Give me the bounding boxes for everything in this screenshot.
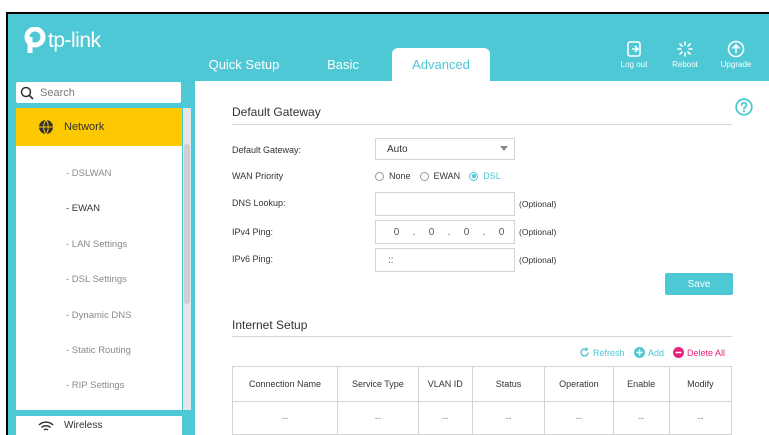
sidebar-item-ewan[interactable]: - EWAN xyxy=(16,203,182,214)
sidebar-item-network[interactable]: Network xyxy=(16,108,182,146)
refresh-icon xyxy=(580,347,589,357)
sidebar-scroll-thumb[interactable] xyxy=(184,144,190,304)
ipv6-ping-optional: (Optional) xyxy=(519,255,557,265)
sidebar-item-dynamic-dns[interactable]: - Dynamic DNS xyxy=(16,310,182,321)
ipv4-dot: . xyxy=(412,226,416,238)
ipv4-octet-1[interactable]: 0 xyxy=(384,227,409,238)
col-service-type: Service Type xyxy=(337,366,419,402)
upgrade-label: Upgrade xyxy=(720,60,752,69)
search-icon xyxy=(20,86,34,100)
add-label: Add xyxy=(648,347,665,358)
col-enable: Enable xyxy=(612,366,670,402)
reboot-label: Reboot xyxy=(672,60,698,69)
search-box[interactable]: Search xyxy=(16,82,181,103)
table-cell: -- xyxy=(337,401,419,435)
dns-lookup-label: DNS Lookup: xyxy=(232,198,286,208)
ipv4-dot: . xyxy=(447,226,451,238)
reboot-button[interactable]: Reboot xyxy=(663,40,707,69)
section-divider xyxy=(232,124,732,125)
radio-none[interactable] xyxy=(375,171,384,181)
sidebar-scrollbar[interactable] xyxy=(183,108,191,410)
sidebar-item-wireless-label: Wireless xyxy=(64,420,103,431)
dns-lookup-optional: (Optional) xyxy=(519,199,557,209)
reboot-icon xyxy=(677,41,693,57)
logout-label: Log out xyxy=(620,60,648,69)
table-cell: -- xyxy=(231,401,339,435)
sidebar-menu-panel xyxy=(16,108,182,410)
internet-setup-title: Internet Setup xyxy=(232,318,308,332)
save-button[interactable]: Save xyxy=(665,273,733,295)
table-cell: -- xyxy=(612,401,670,435)
dns-lookup-input[interactable] xyxy=(375,192,515,216)
ipv4-octet-2[interactable]: 0 xyxy=(419,227,444,238)
wan-priority-label: WAN Priority xyxy=(232,171,284,181)
wan-priority-radio-group: None EWAN DSL xyxy=(375,170,510,182)
radio-none-label[interactable]: None xyxy=(389,171,411,181)
upgrade-button[interactable]: Upgrade xyxy=(714,40,758,69)
upgrade-icon xyxy=(727,40,745,58)
table-header-row: Connection Name Service Type VLAN ID Sta… xyxy=(231,366,733,402)
radio-ewan-label[interactable]: EWAN xyxy=(434,171,461,181)
delete-all-action[interactable]: Delete All xyxy=(673,347,725,358)
table-cell: -- xyxy=(471,401,546,435)
tab-advanced[interactable]: Advanced xyxy=(392,48,490,81)
ipv6-ping-input[interactable]: :: xyxy=(375,248,515,272)
ipv4-dot: . xyxy=(482,226,486,238)
ipv6-ping-label: IPv6 Ping: xyxy=(232,254,274,264)
sidebar-item-network-label: Network xyxy=(64,121,105,133)
col-vlan-id: VLAN ID xyxy=(417,366,473,402)
top-margin xyxy=(0,0,769,12)
radio-dsl-label[interactable]: DSL xyxy=(483,171,501,181)
internet-setup-table: Connection Name Service Type VLAN ID Sta… xyxy=(231,366,733,435)
logout-button[interactable]: Log out xyxy=(612,40,656,69)
sidebar-item-dsl-settings[interactable]: - DSL Settings xyxy=(16,274,182,285)
globe-icon xyxy=(39,119,53,135)
add-action[interactable]: Add xyxy=(634,347,664,358)
delete-icon xyxy=(673,347,684,358)
tab-quick-setup[interactable]: Quick Setup xyxy=(203,48,285,81)
sidebar-item-wireless[interactable]: Wireless xyxy=(16,416,182,435)
delete-all-label: Delete All xyxy=(687,347,726,358)
section-divider xyxy=(232,336,732,337)
default-gateway-title: Default Gateway xyxy=(232,105,321,119)
ipv4-octet-3[interactable]: 0 xyxy=(454,227,479,238)
refresh-label: Refresh xyxy=(593,347,625,358)
sidebar-item-lan-settings[interactable]: - LAN Settings xyxy=(16,239,182,250)
table-cell: -- xyxy=(668,401,733,435)
ipv4-ping-input[interactable]: 0 . 0 . 0 . 0 xyxy=(375,220,515,244)
chevron-down-icon xyxy=(500,146,508,151)
add-icon xyxy=(634,347,645,358)
col-operation: Operation xyxy=(544,366,614,402)
tp-link-logo-icon xyxy=(24,27,46,53)
search-placeholder: Search xyxy=(40,86,75,99)
table-cell: -- xyxy=(417,401,473,435)
sidebar-item-static-routing[interactable]: - Static Routing xyxy=(16,345,182,356)
radio-ewan[interactable] xyxy=(419,171,429,181)
sidebar-item-rip-settings[interactable]: - RIP Settings xyxy=(16,380,182,391)
refresh-action[interactable]: Refresh xyxy=(579,347,625,358)
ipv4-ping-optional: (Optional) xyxy=(519,227,557,237)
brand-logo[interactable]: tp-link xyxy=(18,27,101,55)
tab-basic[interactable]: Basic xyxy=(318,48,368,81)
ipv4-octet-4[interactable]: 0 xyxy=(489,227,514,238)
ipv6-ping-value: :: xyxy=(388,254,394,266)
radio-dsl[interactable] xyxy=(469,171,479,181)
default-gateway-label: Default Gateway: xyxy=(232,145,302,155)
default-gateway-value: Auto xyxy=(387,143,408,155)
col-status: Status xyxy=(471,366,546,402)
table-cell: -- xyxy=(544,401,614,435)
wifi-icon xyxy=(38,420,54,431)
help-icon[interactable] xyxy=(735,98,753,116)
ipv4-ping-label: IPv4 Ping: xyxy=(232,227,274,237)
col-modify: Modify xyxy=(668,366,733,402)
logout-icon xyxy=(627,41,641,57)
brand-name: tp-link xyxy=(48,29,101,52)
default-gateway-select[interactable]: Auto xyxy=(375,138,515,160)
sidebar-item-dslwan[interactable]: - DSLWAN xyxy=(16,168,182,179)
col-connection-name: Connection Name xyxy=(231,366,339,402)
table-row: -- -- -- -- -- -- -- xyxy=(231,401,733,435)
